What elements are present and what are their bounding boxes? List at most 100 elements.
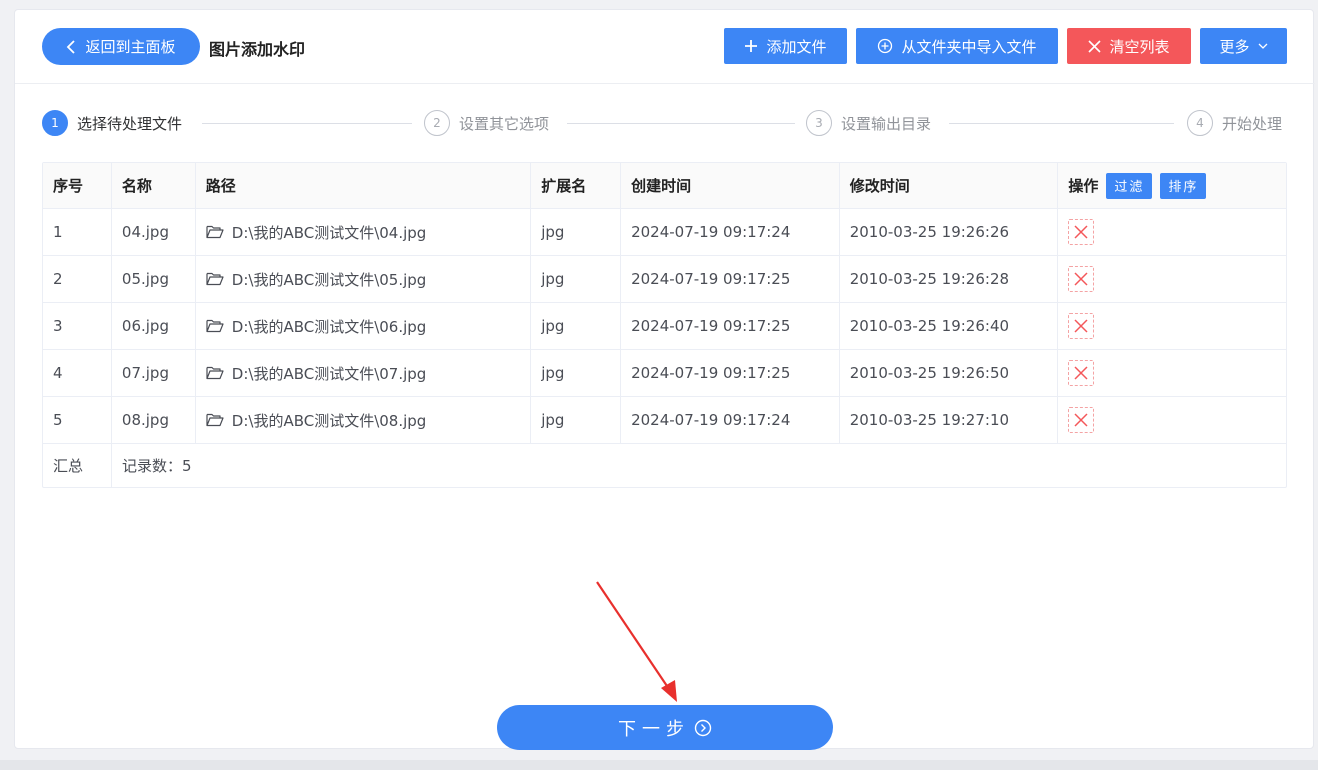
cell-path: D:\我的ABC测试文件\06.jpg — [196, 303, 532, 349]
record-count: 记录数：5 — [122, 457, 192, 475]
close-icon — [1074, 413, 1088, 427]
cell-created: 2024-07-19 09:17:25 — [621, 303, 840, 349]
delete-row-button[interactable] — [1068, 313, 1095, 339]
cell-actions — [1058, 350, 1286, 396]
back-to-main-button[interactable]: 返回到主面板 — [42, 28, 200, 65]
header-ext: 扩展名 — [531, 163, 622, 208]
cell-path: D:\我的ABC测试文件\07.jpg — [196, 350, 532, 396]
clear-list-label: 清空列表 — [1109, 38, 1170, 56]
step-number: 4 — [1187, 110, 1213, 136]
table-row: 4 07.jpg D:\我的ABC测试文件\07.jpg jpg 2024-07… — [43, 350, 1286, 397]
next-step-button[interactable]: 下一步 — [497, 705, 833, 750]
cell-path: D:\我的ABC测试文件\08.jpg — [196, 397, 532, 443]
summary-label: 汇总 — [43, 444, 112, 487]
step-connector — [949, 123, 1174, 124]
close-icon — [1074, 319, 1088, 333]
cell-name: 06.jpg — [112, 303, 196, 349]
path-text: D:\我的ABC测试文件\07.jpg — [231, 364, 427, 383]
folder-open-icon — [206, 225, 224, 239]
delete-row-button[interactable] — [1068, 219, 1095, 245]
import-folder-button[interactable]: 从文件夹中导入文件 — [856, 28, 1058, 64]
cell-name: 04.jpg — [112, 209, 196, 255]
add-file-button[interactable]: 添加文件 — [724, 28, 847, 64]
table-row: 3 06.jpg D:\我的ABC测试文件\06.jpg jpg 2024-07… — [43, 303, 1286, 350]
cell-modified: 2010-03-25 19:27:10 — [840, 397, 1059, 443]
clear-list-button[interactable]: 清空列表 — [1067, 28, 1191, 64]
sort-button[interactable]: 排序 — [1160, 172, 1207, 199]
page-title: 图片添加水印 — [209, 40, 306, 59]
chevron-down-icon — [1258, 43, 1267, 49]
table-row: 1 04.jpg D:\我的ABC测试文件\04.jpg jpg 2024-07… — [43, 209, 1286, 256]
step-label: 选择待处理文件 — [77, 114, 183, 133]
cell-actions — [1058, 303, 1286, 349]
folder-open-icon — [206, 319, 224, 333]
table-row: 5 08.jpg D:\我的ABC测试文件\08.jpg jpg 2024-07… — [43, 397, 1286, 444]
import-folder-label: 从文件夹中导入文件 — [901, 38, 1037, 56]
cell-ext: jpg — [531, 303, 622, 349]
step-other-options: 2 设置其它选项 — [424, 110, 549, 136]
step-label: 设置其它选项 — [459, 114, 550, 133]
summary-row: 汇总 记录数：5 — [43, 444, 1286, 487]
cell-index: 1 — [43, 209, 112, 255]
plus-icon — [745, 40, 758, 52]
path-text: D:\我的ABC测试文件\08.jpg — [231, 411, 427, 430]
step-select-files: 1 选择待处理文件 — [42, 110, 182, 136]
cell-created: 2024-07-19 09:17:24 — [621, 209, 840, 255]
cell-index: 5 — [43, 397, 112, 443]
path-text: D:\我的ABC测试文件\06.jpg — [231, 317, 427, 336]
more-label: 更多 — [1219, 38, 1250, 56]
cell-ext: jpg — [531, 350, 622, 396]
cell-index: 4 — [43, 350, 112, 396]
cell-modified: 2010-03-25 19:26:40 — [840, 303, 1059, 349]
red-arrow-annotation — [596, 581, 677, 702]
cell-index: 2 — [43, 256, 112, 302]
cell-actions — [1058, 209, 1286, 255]
cell-created: 2024-07-19 09:17:25 — [621, 350, 840, 396]
step-number: 1 — [42, 110, 68, 136]
header-name: 名称 — [112, 163, 196, 208]
main-panel: 返回到主面板 图片添加水印 添加文件 从文件夹中导入文件 清空列表 更多 1 选… — [14, 9, 1315, 750]
folder-open-icon — [206, 272, 224, 286]
header-actions: 操作 过滤 排序 — [1058, 163, 1286, 208]
table-row: 2 05.jpg D:\我的ABC测试文件\05.jpg jpg 2024-07… — [43, 256, 1286, 303]
step-label: 开始处理 — [1222, 114, 1283, 133]
cell-created: 2024-07-19 09:17:25 — [621, 256, 840, 302]
chevron-left-icon — [67, 39, 76, 54]
step-connector — [202, 123, 412, 124]
plus-circle-icon — [878, 38, 893, 54]
path-text: D:\我的ABC测试文件\04.jpg — [231, 223, 427, 242]
table-header-row: 序号 名称 路径 扩展名 创建时间 修改时间 操作 过滤 排序 — [43, 163, 1286, 209]
cell-index: 3 — [43, 303, 112, 349]
cell-created: 2024-07-19 09:17:24 — [621, 397, 840, 443]
file-table: 序号 名称 路径 扩展名 创建时间 修改时间 操作 过滤 排序 1 04.jpg… — [42, 162, 1287, 488]
folder-open-icon — [206, 366, 224, 380]
cell-ext: jpg — [531, 397, 622, 443]
delete-row-button[interactable] — [1068, 266, 1095, 292]
step-connector — [567, 123, 795, 124]
header: 返回到主面板 图片添加水印 添加文件 从文件夹中导入文件 清空列表 更多 — [15, 10, 1315, 84]
steps-bar: 1 选择待处理文件 2 设置其它选项 3 设置输出目录 4 开始处理 — [42, 110, 1287, 138]
header-path: 路径 — [196, 163, 532, 208]
next-step-label: 下一步 — [618, 718, 690, 739]
step-output-dir: 3 设置输出目录 — [806, 110, 931, 136]
header-created: 创建时间 — [621, 163, 840, 208]
header-modified: 修改时间 — [840, 163, 1059, 208]
step-start: 4 开始处理 — [1187, 110, 1282, 136]
cell-modified: 2010-03-25 19:26:26 — [840, 209, 1059, 255]
cell-name: 05.jpg — [112, 256, 196, 302]
cell-path: D:\我的ABC测试文件\05.jpg — [196, 256, 532, 302]
filter-button[interactable]: 过滤 — [1106, 172, 1153, 199]
bottom-strip — [0, 760, 1318, 770]
close-icon — [1074, 225, 1088, 239]
step-number: 3 — [806, 110, 832, 136]
cell-actions — [1058, 397, 1286, 443]
header-actions-label: 操作 — [1068, 177, 1099, 195]
delete-row-button[interactable] — [1068, 407, 1095, 433]
more-button[interactable]: 更多 — [1200, 28, 1287, 64]
cell-ext: jpg — [531, 256, 622, 302]
cell-modified: 2010-03-25 19:26:50 — [840, 350, 1059, 396]
cell-actions — [1058, 256, 1286, 302]
delete-row-button[interactable] — [1068, 360, 1095, 386]
close-icon — [1088, 39, 1102, 53]
close-icon — [1074, 366, 1088, 380]
